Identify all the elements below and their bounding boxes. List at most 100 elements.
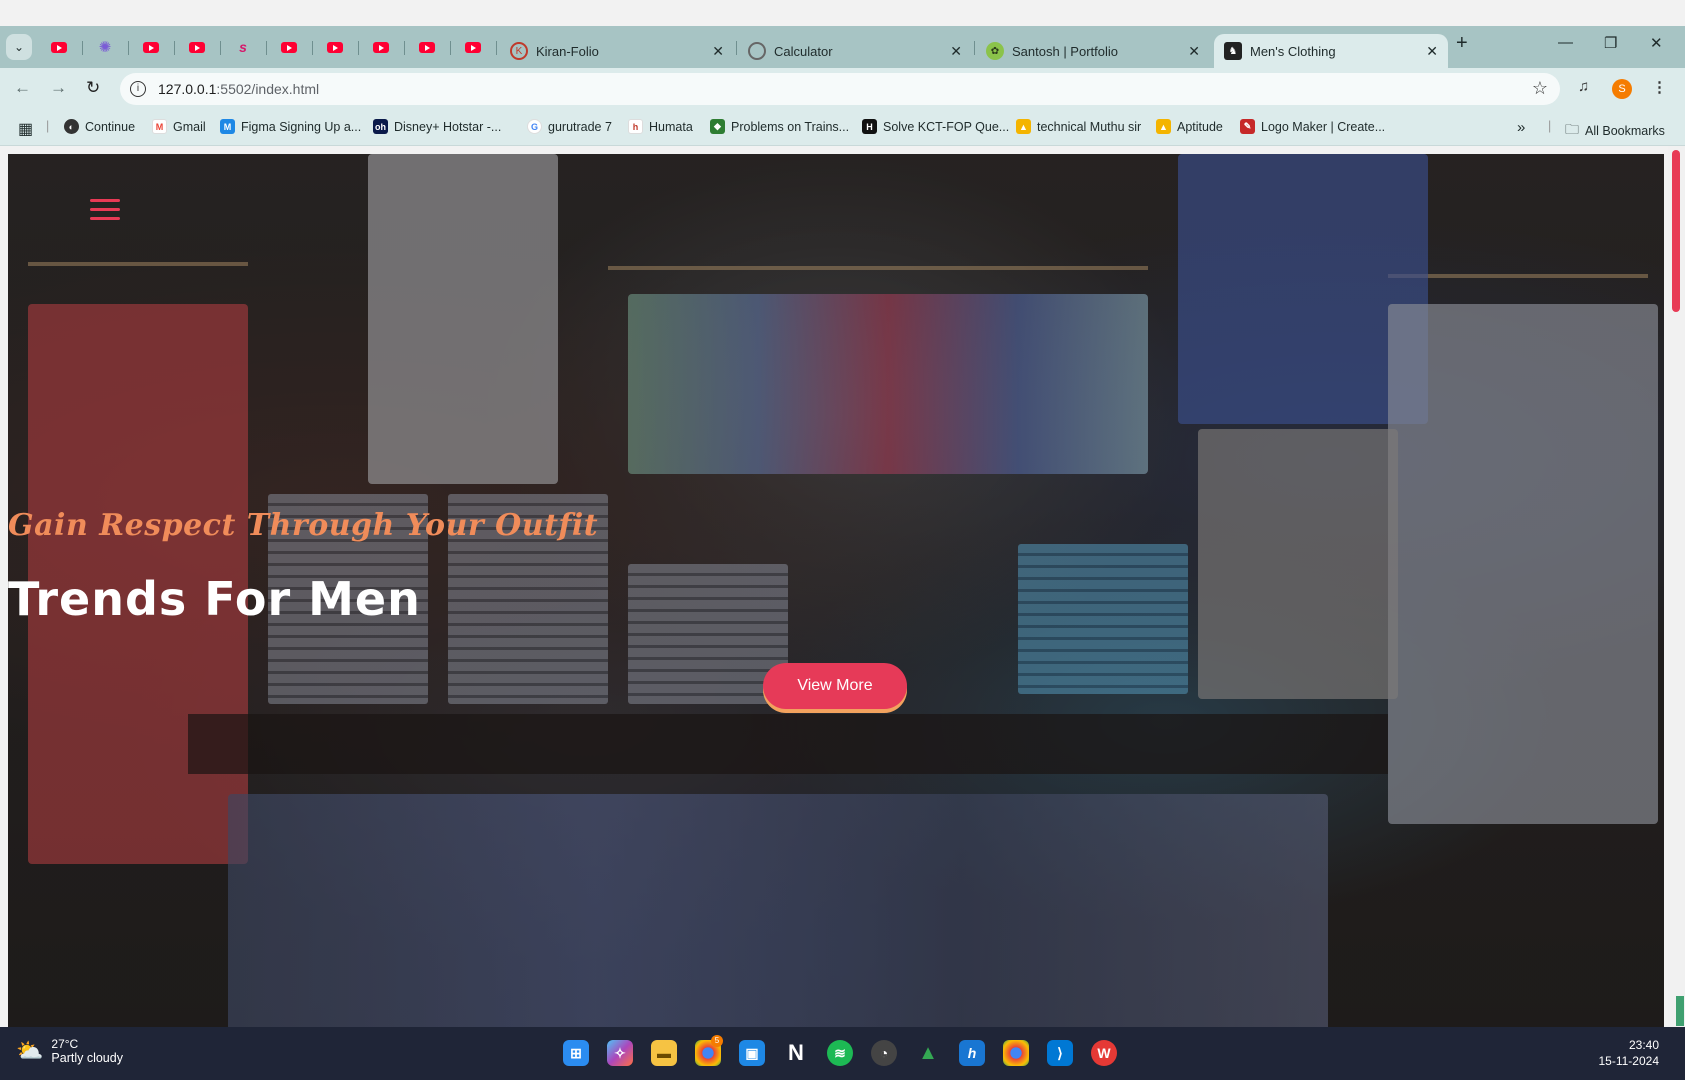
weather-widget[interactable]: ⛅ 27°C Partly cloudy bbox=[16, 1037, 123, 1065]
bookmark-gurutrade[interactable]: Ggurutrade 7 bbox=[527, 119, 612, 134]
pinned-tab-ai[interactable]: ✺ bbox=[94, 36, 116, 58]
back-button[interactable]: ← bbox=[14, 78, 31, 98]
restore-button[interactable]: ❐ bbox=[1604, 34, 1617, 52]
copilot-icon[interactable]: ✧ bbox=[607, 1040, 633, 1066]
pinned-tab-youtube-1[interactable] bbox=[48, 36, 70, 58]
tab-divider bbox=[220, 41, 221, 55]
hackerrank-app-icon[interactable]: h bbox=[959, 1040, 985, 1066]
shirt-decor bbox=[368, 154, 558, 484]
tab-kiran-folio[interactable]: K Kiran-Folio ✕ bbox=[500, 34, 734, 68]
bookmark-figma[interactable]: M Figma Signing Up a... bbox=[220, 119, 361, 134]
tab-divider bbox=[450, 41, 451, 55]
chrome-icon[interactable] bbox=[1003, 1040, 1029, 1066]
humata-icon: h bbox=[628, 119, 643, 134]
wps-office-icon[interactable]: W bbox=[1091, 1040, 1117, 1066]
gmail-icon: M bbox=[152, 119, 167, 134]
tab-santosh-portfolio[interactable]: ✿ Santosh | Portfolio ✕ bbox=[976, 34, 1210, 68]
hackerrank-icon: H bbox=[862, 119, 877, 134]
google-drive-icon[interactable]: ▲ bbox=[915, 1040, 941, 1066]
pinned-tab-youtube-3[interactable] bbox=[186, 36, 208, 58]
notion-icon[interactable]: N bbox=[783, 1040, 809, 1066]
url-host: 127.0.0.1 bbox=[158, 81, 217, 97]
youtube-icon bbox=[465, 41, 481, 53]
tab-divider bbox=[266, 41, 267, 55]
bookmark-hotstar[interactable]: oh Disney+ Hotstar -... bbox=[373, 119, 501, 134]
scrollbar-thumb[interactable] bbox=[1672, 150, 1680, 312]
bookmark-logo-maker[interactable]: ✎ Logo Maker | Create... bbox=[1240, 119, 1385, 134]
menu-kebab-icon[interactable]: ⋮ bbox=[1652, 78, 1667, 96]
tab-divider bbox=[974, 41, 975, 55]
tab-divider bbox=[404, 41, 405, 55]
reload-button[interactable]: ↻ bbox=[86, 78, 100, 98]
windows-start-icon[interactable]: ⊞ bbox=[563, 1040, 589, 1066]
youtube-icon bbox=[51, 41, 67, 53]
clothing-rack-decor bbox=[28, 262, 248, 266]
close-tab-icon[interactable]: ✕ bbox=[1426, 43, 1438, 60]
pinned-tab-s[interactable]: s bbox=[232, 36, 254, 58]
new-tab-button[interactable]: + bbox=[1456, 32, 1468, 55]
bookmark-kct-fop[interactable]: H Solve KCT-FOP Que... bbox=[862, 119, 1009, 134]
partly-cloudy-icon: ⛅ bbox=[16, 1038, 44, 1063]
tab-title: Santosh | Portfolio bbox=[1012, 43, 1118, 59]
more-bookmarks-icon[interactable]: » bbox=[1517, 119, 1525, 136]
tab-divider bbox=[312, 41, 313, 55]
bookmark-aptitude[interactable]: ▲ Aptitude bbox=[1156, 119, 1223, 134]
clothing-rack-decor bbox=[608, 266, 1148, 270]
close-tab-icon[interactable]: ✕ bbox=[712, 43, 724, 60]
ai-icon: ✺ bbox=[98, 39, 112, 56]
pinned-tab-youtube-8[interactable] bbox=[462, 36, 484, 58]
shirt-decor bbox=[628, 294, 1148, 474]
tab-calculator[interactable]: Calculator ✕ bbox=[738, 34, 972, 68]
url-text[interactable]: 127.0.0.1:5502/index.html bbox=[158, 81, 319, 97]
hamburger-menu-icon[interactable] bbox=[90, 199, 120, 221]
bookmark-technical-muthu[interactable]: ▲ technical Muthu sir bbox=[1016, 119, 1141, 134]
hero-tagline: Gain Respect Through Your Outfit bbox=[8, 508, 599, 543]
profile-avatar[interactable]: S bbox=[1612, 79, 1632, 99]
shirt-decor bbox=[1388, 304, 1658, 824]
indiabix-icon: ◆ bbox=[710, 119, 725, 134]
close-window-button[interactable]: ✕ bbox=[1650, 34, 1663, 52]
tab-divider bbox=[82, 41, 83, 55]
media-control-icon[interactable]: ♫ bbox=[1578, 78, 1589, 95]
all-bookmarks-folder[interactable]: 🗀 All Bookmarks bbox=[1565, 119, 1665, 143]
pinned-tab-youtube-7[interactable] bbox=[416, 36, 438, 58]
scrollbar-marker bbox=[1676, 996, 1684, 1026]
view-more-button[interactable]: View More bbox=[763, 663, 907, 709]
jeans-decor bbox=[228, 794, 1328, 1027]
bookmark-label: technical Muthu sir bbox=[1037, 119, 1142, 134]
site-info-icon[interactable]: i bbox=[130, 81, 146, 97]
system-clock[interactable]: 23:40 15-11-2024 bbox=[1599, 1037, 1660, 1069]
close-tab-icon[interactable]: ✕ bbox=[1188, 43, 1200, 60]
apps-grid-icon[interactable]: ▦ bbox=[18, 119, 33, 139]
pinned-tab-youtube-2[interactable] bbox=[140, 36, 162, 58]
url-path: :5502/index.html bbox=[216, 81, 320, 97]
youtube-icon bbox=[189, 41, 205, 53]
address-bar[interactable]: i 127.0.0.1:5502/index.html ☆ bbox=[120, 73, 1560, 105]
tab-mens-clothing[interactable]: ♞ Men's Clothing ✕ bbox=[1214, 34, 1448, 68]
bookmark-gmail[interactable]: M Gmail bbox=[152, 119, 206, 134]
pinned-tab-youtube-6[interactable] bbox=[370, 36, 392, 58]
youtube-icon bbox=[419, 41, 435, 53]
youtube-icon bbox=[327, 41, 343, 53]
bookmark-continue[interactable]: ◐ Continue bbox=[64, 119, 135, 134]
tab-divider bbox=[358, 41, 359, 55]
figma-m-icon: M bbox=[220, 119, 235, 134]
minimize-button[interactable]: — bbox=[1558, 34, 1573, 51]
vscode-icon[interactable]: ⟩ bbox=[1047, 1040, 1073, 1066]
tab-search-button[interactable]: ⌄ bbox=[6, 34, 32, 60]
file-explorer-icon[interactable]: ▬ bbox=[651, 1040, 677, 1066]
pinned-tab-youtube-4[interactable] bbox=[278, 36, 300, 58]
obs-icon[interactable]: ◔ bbox=[871, 1040, 897, 1066]
clock-time: 23:40 bbox=[1628, 1038, 1659, 1052]
close-tab-icon[interactable]: ✕ bbox=[950, 43, 962, 60]
bookmark-label: Humata bbox=[649, 119, 693, 134]
spotify-icon[interactable]: ≋ bbox=[827, 1040, 853, 1066]
bookmark-star-icon[interactable]: ☆ bbox=[1532, 78, 1548, 99]
tab-title: Men's Clothing bbox=[1250, 43, 1336, 59]
bookmark-humata[interactable]: h Humata bbox=[628, 119, 693, 134]
mens-clothing-icon: ♞ bbox=[1224, 42, 1242, 60]
forward-button[interactable]: → bbox=[50, 78, 67, 98]
bookmark-problems-on-trains[interactable]: ◆ Problems on Trains... bbox=[710, 119, 849, 134]
microsoft-store-icon[interactable]: ▣ bbox=[739, 1040, 765, 1066]
pinned-tab-youtube-5[interactable] bbox=[324, 36, 346, 58]
